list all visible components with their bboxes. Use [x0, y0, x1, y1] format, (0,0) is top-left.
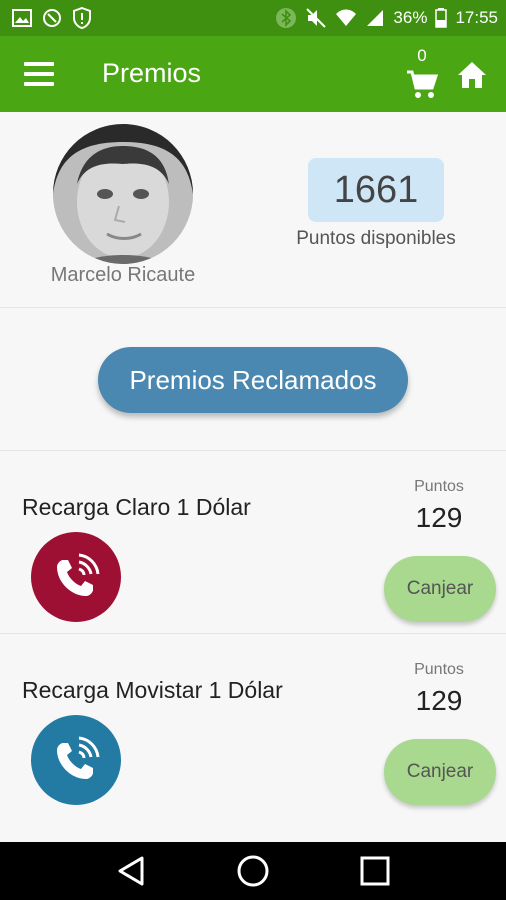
home-icon[interactable]: [456, 60, 488, 90]
reward-item: Recarga Claro 1 Dólar Puntos 129 Canjear: [0, 452, 506, 634]
phone-call-icon: [31, 532, 121, 622]
recents-icon[interactable]: [355, 851, 395, 891]
claimed-section: Premios Reclamados: [0, 309, 506, 451]
app-bar: Premios 0: [0, 36, 506, 112]
battery-percent: 36%: [393, 8, 428, 27]
reward-title: Recarga Claro 1 Dólar: [22, 494, 251, 520]
points-label: Puntos disponibles: [296, 228, 456, 249]
wifi-icon: [335, 8, 357, 28]
avatar: [53, 124, 193, 264]
reward-points: 129: [415, 685, 463, 716]
home-circle-icon[interactable]: [233, 851, 273, 891]
reward-points-label: Puntos: [414, 478, 464, 495]
alert-icon: [72, 7, 92, 29]
profile-section: Marcelo Ricaute 1661 Puntos disponibles: [0, 112, 506, 308]
clock: 17:55: [455, 8, 498, 27]
cart-count: 0: [417, 46, 427, 65]
back-icon[interactable]: [111, 851, 151, 891]
status-bar: 36% 17:55: [0, 0, 506, 36]
page-title: Premios: [102, 58, 202, 88]
user-name: Marcelo Ricaute: [50, 264, 196, 286]
reward-item: Recarga Movistar 1 Dólar Puntos 129 Canj…: [0, 635, 506, 841]
points-value: 1661: [308, 158, 444, 222]
battery-icon: [435, 8, 448, 28]
reward-title: Recarga Movistar 1 Dólar: [22, 677, 283, 703]
redeem-button[interactable]: Canjear: [384, 556, 496, 622]
claimed-rewards-button[interactable]: Premios Reclamados: [98, 347, 408, 413]
shield-icon: [42, 8, 62, 28]
reward-points: 129: [415, 502, 463, 533]
redeem-button[interactable]: Canjear: [384, 739, 496, 805]
phone-call-icon: [31, 715, 121, 805]
signal-icon: [365, 8, 385, 28]
bluetooth-icon: [275, 7, 297, 29]
menu-icon[interactable]: [24, 62, 54, 86]
status-left: [12, 7, 92, 29]
image-icon: [12, 9, 32, 27]
system-nav-bar: [0, 842, 506, 900]
status-right: 36% 17:55: [275, 7, 498, 29]
cart-button[interactable]: 0: [404, 46, 440, 102]
reward-points-label: Puntos: [414, 661, 464, 678]
mute-icon: [305, 7, 327, 29]
cart-icon: [407, 70, 438, 98]
